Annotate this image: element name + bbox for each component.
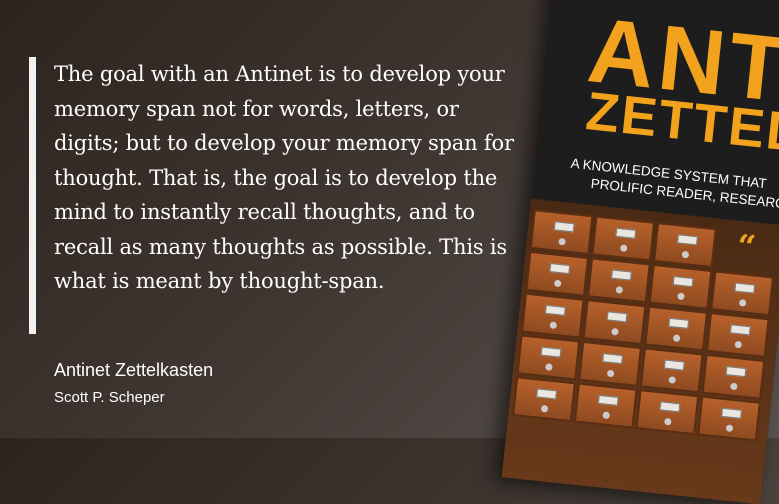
quote-author: Scott P. Scheper xyxy=(54,389,165,406)
cabinet-drawer xyxy=(516,334,581,381)
cabinet-drawer xyxy=(512,376,576,423)
cabinet-drawer xyxy=(635,389,700,436)
cabinet-drawer xyxy=(697,395,761,442)
cabinet-drawer xyxy=(525,250,590,297)
cabinet-drawer xyxy=(701,353,766,400)
cabinet-drawer xyxy=(520,292,585,339)
cabinet-drawer xyxy=(644,305,709,352)
cabinet-drawer xyxy=(586,257,651,304)
cabinet-drawer xyxy=(529,209,594,256)
quote-accent-bar xyxy=(29,57,36,334)
cabinet-drawer xyxy=(710,270,775,317)
book-cover-image: ANTINET ZETTELKASTEN A knowledge system … xyxy=(501,0,779,504)
cabinet-drawer xyxy=(578,340,643,387)
cabinet-drawer xyxy=(582,299,647,346)
quote-text: The goal with an Antinet is to develop y… xyxy=(54,62,514,293)
cabinet-drawer xyxy=(591,215,656,262)
cabinet-drawer xyxy=(573,382,638,429)
cabinet-drawer xyxy=(652,222,717,269)
cabinet-drawer xyxy=(648,263,713,310)
quote-source-title: Antinet Zettelkasten xyxy=(54,360,214,380)
cabinet-drawer xyxy=(639,347,704,394)
cabinet-drawer xyxy=(705,312,770,359)
book-cover-quote-mark-icon: “ xyxy=(735,226,758,267)
